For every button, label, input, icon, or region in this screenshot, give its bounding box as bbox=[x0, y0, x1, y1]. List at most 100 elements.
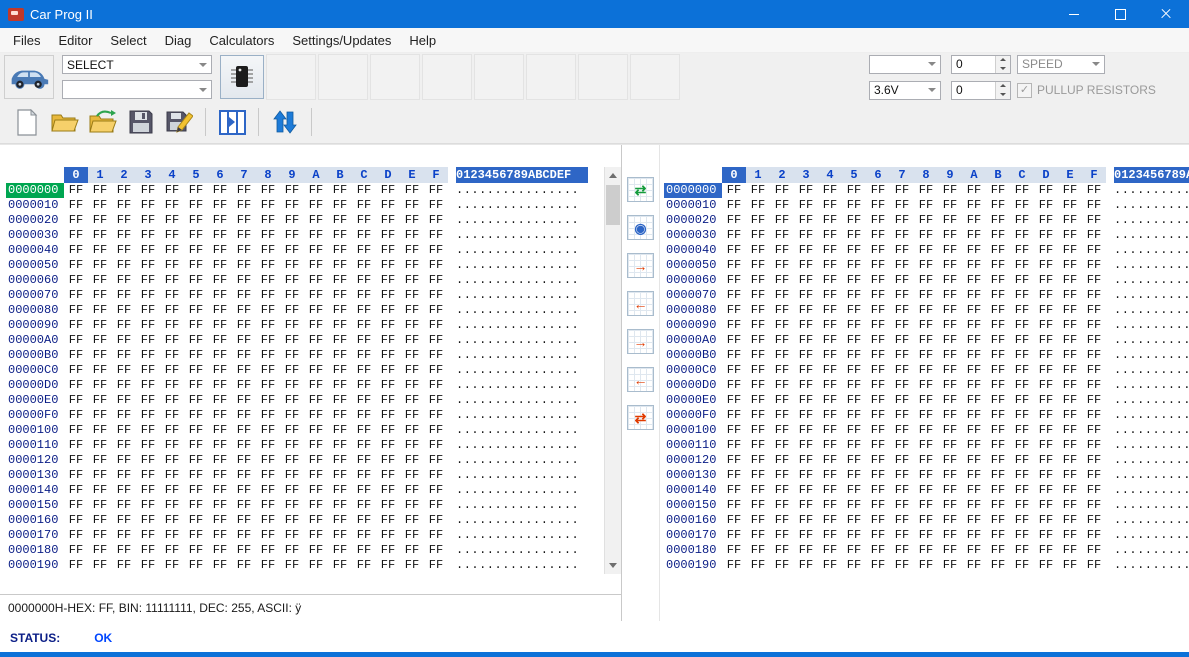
byte-cell[interactable]: FF bbox=[986, 513, 1010, 528]
byte-cell[interactable]: FF bbox=[1034, 513, 1058, 528]
byte-cell[interactable]: FF bbox=[1010, 243, 1034, 258]
byte-cell[interactable]: FF bbox=[112, 528, 136, 543]
byte-cell[interactable]: FF bbox=[376, 288, 400, 303]
byte-cell[interactable]: FF bbox=[160, 438, 184, 453]
address-cell[interactable]: 0000130 bbox=[664, 468, 722, 483]
byte-cell[interactable]: FF bbox=[770, 303, 794, 318]
byte-cell[interactable]: FF bbox=[1058, 348, 1082, 363]
byte-cell[interactable]: FF bbox=[1058, 243, 1082, 258]
byte-cell[interactable]: FF bbox=[160, 393, 184, 408]
byte-cell[interactable]: FF bbox=[1010, 408, 1034, 423]
byte-cell[interactable]: FF bbox=[424, 468, 448, 483]
byte-cell[interactable]: FF bbox=[232, 348, 256, 363]
byte-cell[interactable]: FF bbox=[352, 243, 376, 258]
byte-cell[interactable]: FF bbox=[962, 528, 986, 543]
byte-cell[interactable]: FF bbox=[424, 528, 448, 543]
byte-cell[interactable]: FF bbox=[794, 378, 818, 393]
byte-cell[interactable]: FF bbox=[136, 543, 160, 558]
byte-cell[interactable]: FF bbox=[842, 183, 866, 198]
byte-cell[interactable]: FF bbox=[986, 333, 1010, 348]
byte-cell[interactable]: FF bbox=[890, 243, 914, 258]
ascii-cell[interactable]: ................ bbox=[456, 468, 588, 483]
byte-cell[interactable]: FF bbox=[280, 408, 304, 423]
byte-cell[interactable]: FF bbox=[1058, 288, 1082, 303]
byte-cell[interactable]: FF bbox=[890, 483, 914, 498]
byte-cell[interactable]: FF bbox=[208, 468, 232, 483]
byte-cell[interactable]: FF bbox=[962, 183, 986, 198]
byte-cell[interactable]: FF bbox=[112, 228, 136, 243]
byte-cell[interactable]: FF bbox=[938, 498, 962, 513]
byte-cell[interactable]: FF bbox=[136, 198, 160, 213]
address-cell[interactable]: 00000A0 bbox=[6, 333, 64, 348]
byte-cell[interactable]: FF bbox=[352, 528, 376, 543]
byte-cell[interactable]: FF bbox=[304, 393, 328, 408]
byte-cell[interactable]: FF bbox=[232, 258, 256, 273]
byte-cell[interactable]: FF bbox=[1082, 423, 1106, 438]
byte-cell[interactable]: FF bbox=[890, 408, 914, 423]
byte-cell[interactable]: FF bbox=[746, 243, 770, 258]
byte-cell[interactable]: FF bbox=[232, 228, 256, 243]
byte-cell[interactable]: FF bbox=[280, 528, 304, 543]
byte-cell[interactable]: FF bbox=[208, 303, 232, 318]
byte-cell[interactable]: FF bbox=[424, 483, 448, 498]
byte-cell[interactable]: FF bbox=[376, 558, 400, 573]
byte-cell[interactable]: FF bbox=[304, 288, 328, 303]
byte-cell[interactable]: FF bbox=[160, 318, 184, 333]
byte-cell[interactable]: FF bbox=[232, 243, 256, 258]
byte-cell[interactable]: FF bbox=[914, 258, 938, 273]
byte-cell[interactable]: FF bbox=[160, 273, 184, 288]
byte-cell[interactable]: FF bbox=[1058, 498, 1082, 513]
address-cell[interactable]: 0000100 bbox=[664, 423, 722, 438]
ascii-cell[interactable]: ................ bbox=[456, 318, 588, 333]
byte-cell[interactable]: FF bbox=[722, 438, 746, 453]
byte-cell[interactable]: FF bbox=[64, 513, 88, 528]
byte-cell[interactable]: FF bbox=[938, 183, 962, 198]
byte-cell[interactable]: FF bbox=[722, 318, 746, 333]
byte-cell[interactable]: FF bbox=[400, 438, 424, 453]
byte-cell[interactable]: FF bbox=[746, 483, 770, 498]
byte-cell[interactable]: FF bbox=[938, 288, 962, 303]
byte-cell[interactable]: FF bbox=[280, 543, 304, 558]
address-cell[interactable]: 00000D0 bbox=[664, 378, 722, 393]
byte-cell[interactable]: FF bbox=[328, 213, 352, 228]
value-spinner-top[interactable]: 0 bbox=[951, 55, 1011, 74]
byte-cell[interactable]: FF bbox=[424, 543, 448, 558]
byte-cell[interactable]: FF bbox=[160, 243, 184, 258]
byte-cell[interactable]: FF bbox=[890, 498, 914, 513]
byte-cell[interactable]: FF bbox=[400, 558, 424, 573]
byte-cell[interactable]: FF bbox=[400, 318, 424, 333]
address-cell[interactable]: 0000020 bbox=[664, 213, 722, 228]
byte-cell[interactable]: FF bbox=[1058, 408, 1082, 423]
byte-cell[interactable]: FF bbox=[88, 228, 112, 243]
byte-cell[interactable]: FF bbox=[136, 273, 160, 288]
byte-cell[interactable]: FF bbox=[818, 363, 842, 378]
ascii-cell[interactable]: ................ bbox=[1114, 258, 1189, 273]
address-cell[interactable]: 0000170 bbox=[664, 528, 722, 543]
ascii-cell[interactable]: ................ bbox=[456, 558, 588, 573]
byte-cell[interactable]: FF bbox=[722, 198, 746, 213]
byte-cell[interactable]: FF bbox=[914, 183, 938, 198]
byte-cell[interactable]: FF bbox=[184, 213, 208, 228]
byte-cell[interactable]: FF bbox=[962, 438, 986, 453]
byte-cell[interactable]: FF bbox=[400, 483, 424, 498]
byte-cell[interactable]: FF bbox=[1058, 393, 1082, 408]
address-cell[interactable]: 00000E0 bbox=[664, 393, 722, 408]
byte-cell[interactable]: FF bbox=[818, 528, 842, 543]
byte-cell[interactable]: FF bbox=[88, 258, 112, 273]
byte-cell[interactable]: FF bbox=[328, 198, 352, 213]
byte-cell[interactable]: FF bbox=[304, 498, 328, 513]
byte-cell[interactable]: FF bbox=[818, 453, 842, 468]
byte-cell[interactable]: FF bbox=[184, 468, 208, 483]
byte-cell[interactable]: FF bbox=[938, 303, 962, 318]
byte-cell[interactable]: FF bbox=[208, 363, 232, 378]
byte-cell[interactable]: FF bbox=[818, 423, 842, 438]
byte-cell[interactable]: FF bbox=[184, 378, 208, 393]
byte-cell[interactable]: FF bbox=[1058, 228, 1082, 243]
byte-cell[interactable]: FF bbox=[794, 438, 818, 453]
byte-cell[interactable]: FF bbox=[424, 408, 448, 423]
byte-cell[interactable]: FF bbox=[770, 393, 794, 408]
byte-cell[interactable]: FF bbox=[1058, 528, 1082, 543]
ascii-cell[interactable]: ................ bbox=[456, 363, 588, 378]
byte-cell[interactable]: FF bbox=[866, 558, 890, 573]
byte-cell[interactable]: FF bbox=[160, 288, 184, 303]
